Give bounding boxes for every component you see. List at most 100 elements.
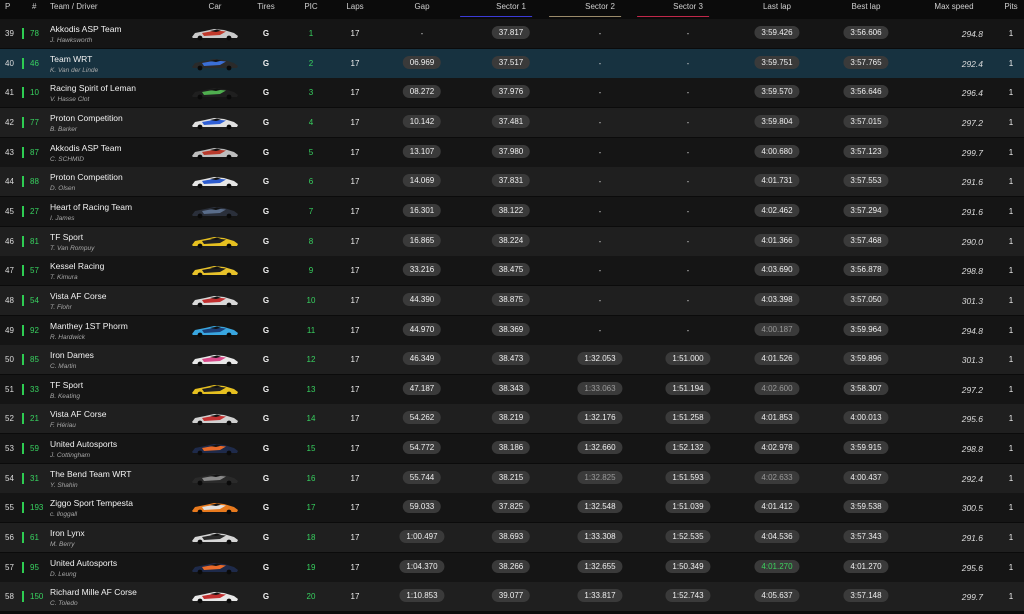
team-name[interactable]: Richard Mille AF Corse <box>50 587 137 597</box>
col-number[interactable]: # <box>32 0 36 18</box>
tire-compound: G <box>262 533 270 543</box>
team-name[interactable]: United Autosports <box>50 439 117 449</box>
driver-name[interactable]: J. Cottingham <box>50 452 90 459</box>
table-row[interactable]: 45 27 Heart of Racing Team I. James G 7 17 16.3… <box>0 196 1024 226</box>
driver-name[interactable]: R. Hardwick <box>50 334 85 341</box>
col-tires[interactable]: Tires <box>257 0 274 18</box>
table-row[interactable]: 57 95 United Autosports D. Leung G 19 17 1:04.3… <box>0 552 1024 582</box>
team-name[interactable]: Iron Dames <box>50 350 94 360</box>
team-name[interactable]: Vista AF Corse <box>50 291 107 301</box>
team-name[interactable]: Akkodis ASP Team <box>50 143 122 153</box>
driver-name[interactable]: F. Hériau <box>50 422 76 429</box>
sector3-underline <box>637 16 710 17</box>
table-row[interactable]: 55 193 Ziggo Sport Tempesta c. lloggall G 17 1… <box>0 493 1024 523</box>
col-gap[interactable]: Gap <box>414 0 429 18</box>
team-name[interactable]: Ziggo Sport Tempesta <box>50 498 133 508</box>
class-color-bar <box>22 57 24 69</box>
sector2-time: 1:32.655 <box>577 559 623 573</box>
gap-value: 54.262 <box>402 411 442 425</box>
laps-count: 17 <box>350 295 360 305</box>
driver-name[interactable]: c. lloggall <box>50 511 77 518</box>
team-name[interactable]: Racing Spirit of Leman <box>50 83 136 93</box>
driver-name[interactable]: I. James <box>50 215 75 222</box>
driver-name[interactable]: J. Hawksworth <box>50 37 92 44</box>
table-row[interactable]: 41 10 Racing Spirit of Leman V. Hasse Clot G… <box>0 78 1024 108</box>
team-name[interactable]: Heart of Racing Team <box>50 202 132 212</box>
driver-name[interactable]: K. Van der Linde <box>50 67 98 74</box>
team-name[interactable]: Proton Competition <box>50 113 123 123</box>
driver-name[interactable]: D. Leung <box>50 571 76 578</box>
team-name[interactable]: Kessel Racing <box>50 261 104 271</box>
position-cell: 56 <box>5 533 14 543</box>
driver-name[interactable]: M. Berry <box>50 541 75 548</box>
table-row[interactable]: 40 46 Team WRT K. Van der Linde G 2 17 06.969 37… <box>0 48 1024 78</box>
team-name[interactable]: The Bend Team WRT <box>50 469 131 479</box>
sector1-time: 38.122 <box>491 203 531 217</box>
last-lap-time: 3:59.804 <box>754 114 800 128</box>
team-name[interactable]: Iron Lynx <box>50 528 85 538</box>
team-name[interactable]: Akkodis ASP Team <box>50 24 122 34</box>
col-sector1[interactable]: Sector 1 <box>460 0 533 18</box>
table-row[interactable]: 49 92 Manthey 1ST Phorm R. Hardwick G 11 17 44.… <box>0 315 1024 345</box>
col-best-lap[interactable]: Best lap <box>852 0 881 18</box>
table-row[interactable]: 50 85 Iron Dames C. Martin G 12 17 46.349 38.473… <box>0 345 1024 375</box>
car-number: 54 <box>30 295 39 305</box>
table-row[interactable]: 44 88 Proton Competition D. Olsen G 6 17 14.069… <box>0 167 1024 197</box>
table-row[interactable]: 39 78 Akkodis ASP Team J. Hawksworth G 1 17 - 37… <box>0 19 1024 48</box>
driver-name[interactable]: T. Flohr <box>50 304 72 311</box>
gap-value: 46.349 <box>402 352 442 366</box>
last-lap-time: 4:05.637 <box>754 589 800 603</box>
sector1-time: 39.077 <box>491 589 531 603</box>
last-lap-time: 4:01.526 <box>754 352 800 366</box>
best-lap-time: 3:57.294 <box>843 203 889 217</box>
position-in-class: 1 <box>308 29 314 38</box>
best-lap-time: 3:59.964 <box>843 322 889 336</box>
table-row[interactable]: 51 33 TF Sport B. Keating G 13 17 47.187 38.343 1… <box>0 374 1024 404</box>
team-name[interactable]: Manthey 1ST Phorm <box>50 321 128 331</box>
driver-name[interactable]: C. Martin <box>50 363 76 370</box>
table-row[interactable]: 53 59 United Autosports J. Cottingham G 15 17 5… <box>0 434 1024 464</box>
team-name[interactable]: United Autosports <box>50 558 117 568</box>
table-row[interactable]: 47 57 Kessel Racing T. Kimura G 9 17 33.216 38.4… <box>0 256 1024 286</box>
table-row[interactable]: 58 150 Richard Mille AF Corse C. Toledo G 20 1… <box>0 582 1024 612</box>
team-name[interactable]: TF Sport <box>50 232 83 242</box>
sector1-time: 37.980 <box>491 144 531 158</box>
col-pic[interactable]: PIC <box>304 0 317 18</box>
gap-value: 59.033 <box>402 500 442 514</box>
col-sector2[interactable]: Sector 2 <box>549 0 622 18</box>
laps-count: 17 <box>350 414 360 424</box>
driver-name[interactable]: T. Van Rompuy <box>50 245 94 252</box>
table-row[interactable]: 48 54 Vista AF Corse T. Flohr G 10 17 44.390 38.… <box>0 285 1024 315</box>
col-max-speed[interactable]: Max speed <box>934 0 973 18</box>
table-row[interactable]: 56 61 Iron Lynx M. Berry G 18 17 1:00.497 38.693… <box>0 523 1024 553</box>
pit-count: 1 <box>1008 325 1014 335</box>
class-color-bar <box>22 87 24 99</box>
col-pits[interactable]: Pits <box>1004 0 1017 18</box>
col-last-lap[interactable]: Last lap <box>763 0 791 18</box>
table-row[interactable]: 52 21 Vista AF Corse F. Hériau G 14 17 54.262 38… <box>0 404 1024 434</box>
driver-name[interactable]: B. Keating <box>50 393 80 400</box>
table-row[interactable]: 46 81 TF Sport T. Van Rompuy G 8 17 16.865 38.22… <box>0 226 1024 256</box>
driver-name[interactable]: C. SCHMID <box>50 156 84 163</box>
car-number: 27 <box>30 206 39 216</box>
col-sector3[interactable]: Sector 3 <box>637 0 710 18</box>
best-lap-time: 3:59.538 <box>843 500 889 514</box>
col-laps[interactable]: Laps <box>346 0 363 18</box>
team-name[interactable]: Team WRT <box>50 54 92 64</box>
driver-name[interactable]: T. Kimura <box>50 274 78 281</box>
sector3-time: - <box>686 206 690 216</box>
driver-name[interactable]: B. Barker <box>50 126 77 133</box>
driver-name[interactable]: D. Olsen <box>50 185 75 192</box>
col-position[interactable]: P <box>5 0 10 18</box>
team-name[interactable]: Vista AF Corse <box>50 409 107 419</box>
table-row[interactable]: 43 87 Akkodis ASP Team C. SCHMID G 5 17 13.107 3… <box>0 137 1024 167</box>
col-team-driver[interactable]: Team / Driver <box>50 0 98 18</box>
team-name[interactable]: TF Sport <box>50 380 83 390</box>
driver-name[interactable]: V. Hasse Clot <box>50 96 89 103</box>
col-car[interactable]: Car <box>209 0 222 18</box>
table-row[interactable]: 54 31 The Bend Team WRT Y. Shahin G 16 17 55.74… <box>0 463 1024 493</box>
team-name[interactable]: Proton Competition <box>50 172 123 182</box>
table-row[interactable]: 42 77 Proton Competition B. Barker G 4 17 10.14… <box>0 107 1024 137</box>
driver-name[interactable]: C. Toledo <box>50 600 78 607</box>
driver-name[interactable]: Y. Shahin <box>50 482 78 489</box>
